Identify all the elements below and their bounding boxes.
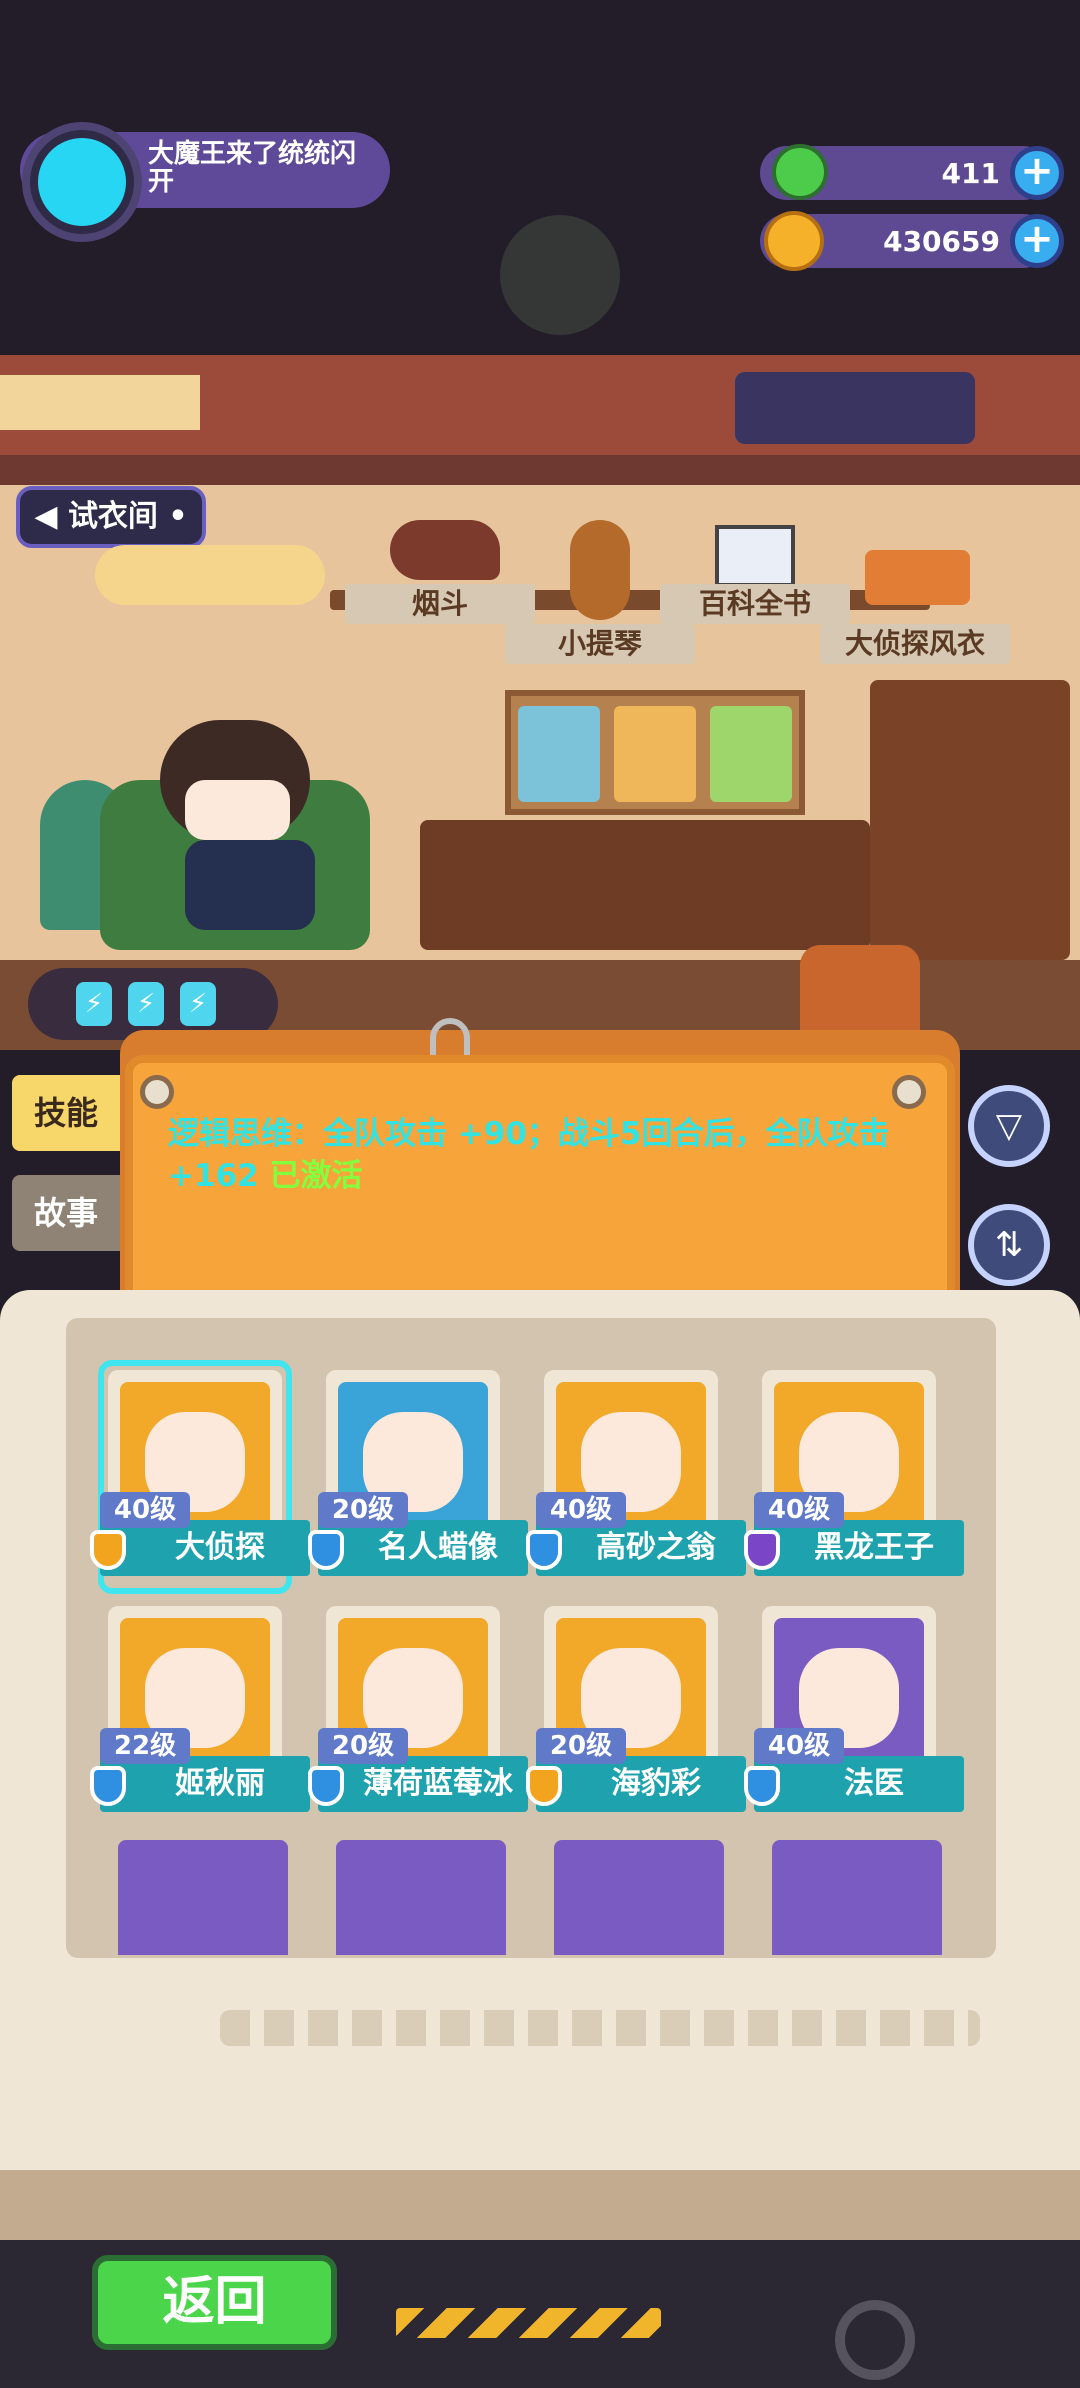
wardrobe-button[interactable]: ◀ 试衣间 • xyxy=(16,486,206,548)
ceiling-trim xyxy=(0,455,1080,485)
player-name: 大魔王来了统统闪开 xyxy=(148,139,357,197)
character-name: 高砂之翁 xyxy=(536,1520,746,1576)
wall-lamp xyxy=(95,545,325,605)
frame-portrait-1 xyxy=(518,706,600,802)
character-card[interactable]: 名人蜡像 20级 xyxy=(308,1362,528,1592)
item-label-encyclopedia: 百科全书 xyxy=(660,584,850,624)
character-level: 20级 xyxy=(318,1492,408,1528)
skill-description: 逻辑思维：全队攻击 +90；战斗5回合后，全队攻击 +162 已激活 xyxy=(168,1113,908,1197)
encyclopedia-item[interactable] xyxy=(715,525,795,587)
item-label-pipe: 烟斗 xyxy=(345,584,535,624)
energy-cell-icon: ⚡ xyxy=(76,982,112,1026)
pin-icon xyxy=(892,1075,926,1109)
wheel-decoration xyxy=(835,2300,915,2380)
character-name: 黑龙王子 xyxy=(754,1520,964,1576)
character-name: 大侦探 xyxy=(100,1520,310,1576)
rarity-shield-icon xyxy=(744,1530,780,1570)
character-card-partial[interactable] xyxy=(336,1840,506,1955)
frame-portrait-3 xyxy=(710,706,792,802)
back-button[interactable]: 返回 xyxy=(92,2255,337,2350)
character-card[interactable]: 大侦探 40级 xyxy=(90,1360,310,1594)
character-card[interactable]: 姬秋丽 22级 xyxy=(90,1598,310,1828)
rarity-shield-icon xyxy=(744,1766,780,1806)
energy-cell-icon: ⚡ xyxy=(128,982,164,1026)
rarity-shield-icon xyxy=(526,1766,562,1806)
coin-value: 430659 xyxy=(883,225,1000,258)
character-card[interactable]: 法医 40级 xyxy=(744,1598,964,1828)
character-level: 40级 xyxy=(754,1492,844,1528)
character-card[interactable]: 薄荷蓝莓冰 20级 xyxy=(308,1598,528,1828)
character-level: 20级 xyxy=(536,1728,626,1764)
character-level: 40级 xyxy=(536,1492,626,1528)
character-name: 名人蜡像 xyxy=(318,1520,528,1576)
energy-cell-icon: ⚡ xyxy=(180,982,216,1026)
item-label-violin: 小提琴 xyxy=(505,624,695,664)
rarity-shield-icon xyxy=(308,1530,344,1570)
add-coins-button[interactable]: + xyxy=(1010,214,1064,268)
vent-panel xyxy=(0,375,200,430)
coat-item[interactable] xyxy=(865,550,970,605)
detective-face xyxy=(185,780,290,840)
bookshelf xyxy=(870,680,1070,960)
cat-avatar-icon xyxy=(38,138,126,226)
frame-portrait-2 xyxy=(614,706,696,802)
item-label-coat: 大侦探风衣 xyxy=(820,624,1010,664)
gem-value: 411 xyxy=(941,157,1000,190)
skill-status: 已激活 xyxy=(269,1158,363,1194)
pin-icon xyxy=(140,1075,174,1109)
add-gems-button[interactable]: + xyxy=(1010,146,1064,200)
character-card-partial[interactable] xyxy=(554,1840,724,1955)
character-name: 法医 xyxy=(754,1756,964,1812)
wardrobe-label: 试衣间 xyxy=(67,499,158,534)
character-card[interactable]: 高砂之翁 40级 xyxy=(526,1362,746,1592)
sort-button[interactable]: ⇅ xyxy=(968,1204,1050,1286)
character-card[interactable]: 海豹彩 20级 xyxy=(526,1598,746,1828)
wooden-counter xyxy=(420,820,870,950)
character-level: 40级 xyxy=(100,1492,190,1528)
violin-item[interactable] xyxy=(570,520,630,620)
character-card-partial[interactable] xyxy=(772,1840,942,1955)
detective-body xyxy=(185,840,315,930)
rarity-shield-icon xyxy=(526,1530,562,1570)
character-name: 姬秋丽 xyxy=(100,1756,310,1812)
character-level: 22级 xyxy=(100,1728,190,1764)
tab-story[interactable]: 故事 xyxy=(12,1175,120,1251)
rarity-shield-icon xyxy=(90,1530,126,1570)
game-screen: { "player": { "name": "大魔王来了统统闪开" }, "re… xyxy=(0,0,1080,2388)
filter-button[interactable]: ▽ xyxy=(968,1085,1050,1167)
pipe-item[interactable] xyxy=(390,520,500,580)
character-level: 20级 xyxy=(318,1728,408,1764)
tab-skill[interactable]: 技能 xyxy=(12,1075,120,1151)
rarity-shield-icon xyxy=(308,1766,344,1806)
rarity-shield-icon xyxy=(90,1766,126,1806)
ghost-display-panel xyxy=(735,372,975,444)
windmill-decoration xyxy=(500,215,620,335)
character-card[interactable]: 黑龙王子 40级 xyxy=(744,1362,964,1592)
character-name: 海豹彩 xyxy=(536,1756,746,1812)
character-level: 40级 xyxy=(754,1728,844,1764)
hazard-stripe xyxy=(396,2308,661,2338)
character-card-partial[interactable] xyxy=(118,1840,288,1955)
character-name: 薄荷蓝莓冰 xyxy=(318,1756,528,1812)
faded-text xyxy=(220,2010,980,2046)
